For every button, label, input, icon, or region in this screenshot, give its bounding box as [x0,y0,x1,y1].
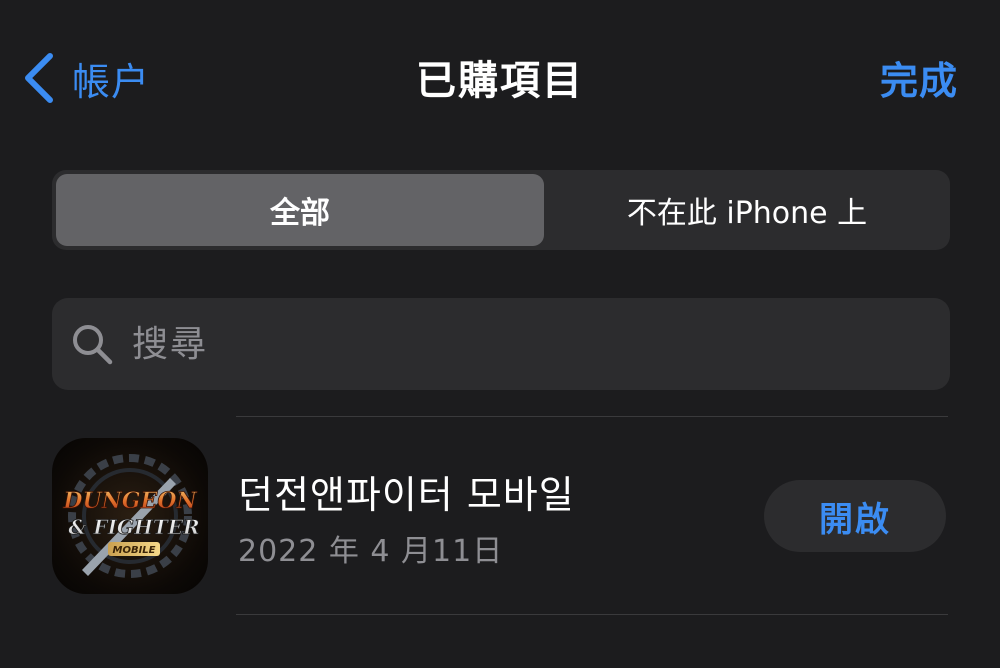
icon-logo-line2: & FIGHTER [68,515,199,539]
list-separator-top [236,416,948,417]
icon-logo-line3: MOBILE [113,545,156,556]
segment-all[interactable]: 全部 [56,174,544,246]
segmented-control: 全部 不在此 iPhone 上 [52,170,950,250]
purchase-date: 2022 年 4 月11日 [238,534,504,569]
page-title: 已購項目 [416,58,584,104]
list-item[interactable]: DUNGEON & FIGHTER MOBILE 던전앤파이터 모바일 2022… [0,418,1000,614]
icon-logo-line1: DUNGEON [62,488,197,514]
search-field[interactable] [52,298,950,390]
open-button[interactable]: 開啟 [764,480,946,552]
segment-not-on-this-iphone[interactable]: 不在此 iPhone 上 [548,174,946,246]
purchased-items-screen: 帳户 已購項目 完成 全部 不在此 iPhone 上 搜尋 DUNGEON & … [0,0,1000,668]
list-separator-bottom [236,614,948,615]
app-name: 던전앤파이터 모바일 [238,473,575,517]
search-input[interactable] [130,322,894,366]
done-button[interactable]: 完成 [880,50,958,105]
dungeon-fighter-mobile-app-icon: DUNGEON & FIGHTER MOBILE [52,438,208,594]
search-icon [70,322,114,366]
